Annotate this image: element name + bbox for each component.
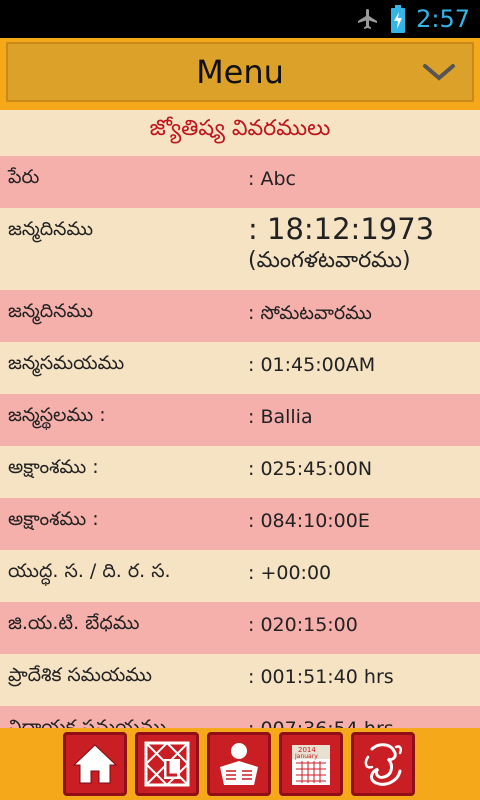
horoscope-chart-button[interactable]	[135, 732, 199, 796]
detail-label: జన్మసమయము	[8, 352, 125, 374]
detail-subvalue: (మంగళటవారము)	[248, 248, 411, 273]
detail-label: ప్రాదేశిక సమయము	[8, 664, 152, 686]
detail-label: అక్షాంశము :	[8, 508, 99, 530]
detail-value: : Ballia	[248, 406, 313, 428]
detail-value: : 084:10:00E	[248, 510, 370, 532]
detail-value: : 025:45:00N	[248, 458, 373, 480]
details-list: పేరు : Abc జన్మదినము : 18:12:1973 (మంగళట…	[0, 156, 480, 758]
detail-value: : సోమటవారము	[248, 302, 372, 324]
home-icon	[72, 744, 118, 784]
bottom-nav: 2014 January	[0, 728, 480, 800]
detail-row-longitude: అక్షాంశము : : 084:10:00E	[0, 498, 480, 550]
section-title: జ్యోతిష్య వివరములు	[0, 110, 480, 156]
home-button[interactable]	[63, 732, 127, 796]
airplane-mode-icon	[358, 9, 378, 29]
detail-label: జన్మదినము	[8, 300, 94, 322]
detail-value: : 01:45:00AM	[248, 354, 376, 376]
detail-row-birthdate: జన్మదినము : 18:12:1973 (మంగళటవారము)	[0, 208, 480, 290]
menu-dropdown[interactable]: Menu	[6, 42, 474, 102]
battery-charging-icon	[391, 5, 406, 33]
horoscope-chart-icon	[144, 741, 190, 787]
calendar-icon: 2014 January	[292, 745, 330, 785]
detail-value: : Abc	[248, 168, 296, 190]
detail-label: జి.య.టి. బేధము	[8, 612, 140, 634]
detail-label: జన్మదినము	[8, 218, 94, 240]
chevron-down-icon	[423, 64, 455, 81]
calendar-month: January	[294, 753, 318, 760]
detail-row-weekday: జన్మదినము : సోమటవారము	[0, 290, 480, 342]
detail-row-birth-place: జన్మస్థలము : : Ballia	[0, 394, 480, 446]
detail-value: : +00:00	[248, 562, 332, 584]
detail-row-war-time: యుద్ధ. స. / ది. ర. స. : +00:00	[0, 550, 480, 602]
detail-label: పేరు	[8, 166, 40, 188]
detail-value: : 18:12:1973	[248, 212, 435, 246]
detail-label: యుద్ధ. స. / ది. ర. స.	[8, 560, 171, 582]
news-reader-icon	[220, 743, 258, 785]
news-button[interactable]	[207, 732, 271, 796]
detail-row-latitude: అక్షాంశము : : 025:45:00N	[0, 446, 480, 498]
detail-value: : 001:51:40 hrs	[248, 666, 394, 688]
detail-row-gmt-diff: జి.య.టి. బేధము : 020:15:00	[0, 602, 480, 654]
detail-value: : 020:15:00	[248, 614, 358, 636]
calendar-button[interactable]: 2014 January	[279, 732, 343, 796]
detail-label: అక్షాంశము :	[8, 456, 99, 478]
detail-row-name: పేరు : Abc	[0, 156, 480, 208]
detail-label: జన్మస్థలము :	[8, 404, 106, 426]
ganesha-button[interactable]	[351, 732, 415, 796]
ganesha-icon	[364, 743, 403, 786]
app-header: Menu	[0, 38, 480, 110]
detail-row-local-time: ప్రాదేశిక సమయము : 001:51:40 hrs	[0, 654, 480, 706]
status-bar: 2:57	[0, 0, 480, 38]
status-time: 2:57	[416, 5, 470, 33]
menu-label: Menu	[196, 53, 284, 91]
detail-row-birth-time: జన్మసమయము : 01:45:00AM	[0, 342, 480, 394]
